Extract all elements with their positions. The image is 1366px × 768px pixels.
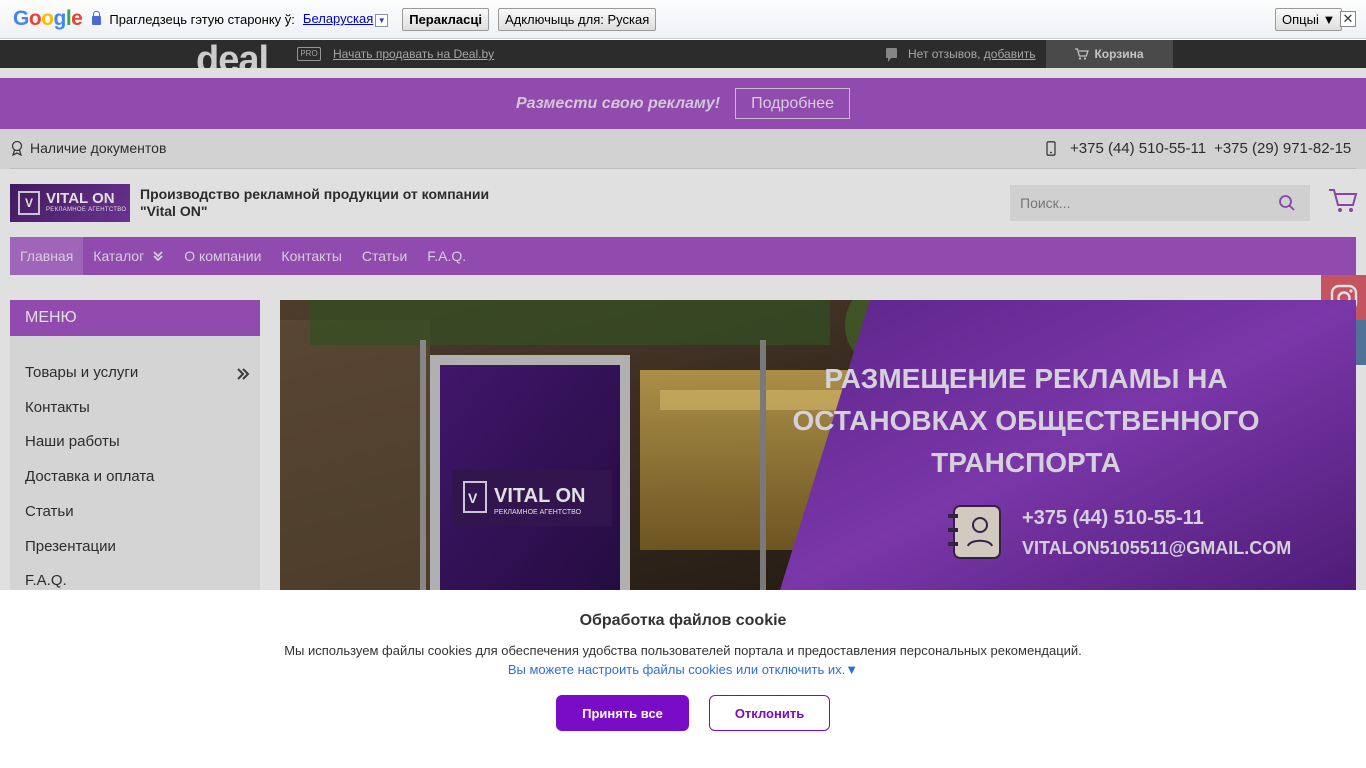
sidebar-item-products[interactable]: Товары и услуги (25, 364, 138, 381)
deal-cart-label: Корзина (1094, 47, 1144, 61)
chevron-down-icon: ▼ (375, 14, 389, 27)
promo-banner[interactable]: V VITAL ON РЕКЛАМНОЕ АГЕНТСТВО РАЗМЕЩЕНИ… (280, 300, 1356, 590)
phone-icon (1046, 141, 1056, 156)
comment-icon (886, 48, 897, 62)
double-chevron-down-icon (153, 251, 163, 262)
divider (10, 168, 1356, 169)
double-chevron-right-icon[interactable] (236, 367, 250, 381)
add-review-link[interactable]: добавить (984, 47, 1036, 61)
shopping-cart-icon[interactable] (1328, 187, 1358, 215)
nav-catalog[interactable]: Каталог (83, 237, 174, 275)
nav-articles[interactable]: Статьи (352, 237, 417, 275)
reviews-text: Нет отзывов, (908, 47, 981, 61)
search-box (1010, 185, 1310, 221)
lock-icon (92, 10, 102, 25)
nav-catalog-label: Каталог (93, 248, 145, 264)
promo-text: Размести свою рекламу! (515, 94, 721, 112)
decline-button[interactable]: Отклонить (709, 695, 830, 731)
cookie-panel: Обработка файлов cookie Мы используем фа… (0, 590, 1366, 768)
translate-prompt: Прагледзець гэтую старонку ў: (109, 11, 295, 27)
translate-bar: Google Прагледзець гэтую старонку ў: Бел… (0, 0, 1366, 39)
banner-line-3: ТРАНСПОРТА (931, 447, 1121, 478)
award-icon (11, 140, 23, 156)
logo-mark: V (18, 191, 40, 215)
nav-home[interactable]: Главная (10, 237, 84, 275)
banner-email: VITALON5105511@GMAIL.COM (1022, 538, 1291, 558)
nav-faq[interactable]: F.A.Q. (417, 237, 476, 275)
accept-all-button[interactable]: Принять все (556, 695, 689, 731)
deal-cart-button[interactable]: Корзина (1046, 40, 1173, 68)
deal-topbar: deal PRO Начать продавать на Deal.by Нет… (0, 40, 1366, 68)
sidebar-item-works[interactable]: Наши работы (25, 433, 120, 450)
close-icon[interactable]: ✕ (1340, 11, 1356, 27)
ad-promo-bar: Размести свою рекламу! Подробнее (0, 78, 1366, 129)
deal-logo[interactable]: deal (196, 40, 268, 68)
info-strip: Наличие документов +375 (44) 510-55-11 +… (0, 129, 1366, 169)
options-button[interactable]: Опцыі ▼ (1275, 8, 1343, 31)
disable-translate-button[interactable]: Адключыць для: Руская (497, 7, 657, 31)
sidebar-item-contacts[interactable]: Контакты (25, 399, 90, 416)
cart-icon (1075, 48, 1090, 60)
logo-tagline: РЕКЛАМНОЕ АГЕНТСТВО (46, 207, 127, 213)
phone-2[interactable]: +375 (29) 971-82-15 (1214, 140, 1351, 157)
site-logo[interactable]: V VITAL ON РЕКЛАМНОЕ АГЕНТСТВО (10, 184, 130, 222)
main-nav: Главная Каталог О компании Контакты Стат… (10, 237, 1356, 275)
language-select[interactable]: Беларуская ▼ (302, 11, 389, 27)
translate-button[interactable]: Перакласці (402, 7, 489, 31)
site-title: Производство рекламной продукции от комп… (140, 186, 490, 219)
banner-line-2: ОСТАНОВКАХ ОБЩЕСТВЕННОГО (793, 405, 1260, 436)
svg-text:V: V (468, 490, 478, 506)
cookie-settings-link[interactable]: Вы можете настроить файлы cookies или от… (0, 662, 1366, 677)
search-input[interactable] (1010, 185, 1260, 221)
sidebar-item-faq[interactable]: F.A.Q. (25, 572, 67, 589)
documents-link[interactable]: Наличие документов (10, 140, 166, 156)
more-info-button[interactable]: Подробнее (735, 88, 851, 119)
banner-image: V VITAL ON РЕКЛАМНОЕ АГЕНТСТВО РАЗМЕЩЕНИ… (280, 300, 1356, 590)
cookie-text: Мы используем файлы cookies для обеспече… (284, 643, 1082, 658)
nav-about[interactable]: О компании (174, 237, 271, 275)
google-logo: Google (13, 7, 83, 30)
logo-name: VITAL ON (46, 190, 115, 207)
contact-book-icon (948, 505, 1001, 559)
menu-title: МЕНЮ (10, 300, 260, 336)
language-label: Беларуская (302, 11, 374, 26)
banner-phone: +375 (44) 510-55-11 (1022, 507, 1204, 529)
reviews-info: Нет отзывов, добавить (908, 47, 1036, 61)
phones: +375 (44) 510-55-11 +375 (29) 971-82-15 (1046, 140, 1351, 157)
pro-badge: PRO (297, 47, 321, 61)
sidebar-item-articles[interactable]: Статьи (25, 503, 74, 520)
sidebar-item-presentations[interactable]: Презентации (25, 538, 116, 555)
sidebar-item-delivery[interactable]: Доставка и оплата (25, 468, 154, 485)
banner-line-1: РАЗМЕЩЕНИЕ РЕКЛАМЫ НА (824, 363, 1227, 394)
documents-label: Наличие документов (30, 140, 167, 156)
cookie-title: Обработка файлов cookie (579, 612, 787, 629)
search-icon[interactable] (1278, 194, 1296, 212)
start-selling-link[interactable]: Начать продавать на Deal.by (333, 47, 494, 61)
phone-1[interactable]: +375 (44) 510-55-11 (1070, 140, 1206, 157)
nav-contacts[interactable]: Контакты (271, 237, 351, 275)
poster-tagline: РЕКЛАМНОЕ АГЕНТСТВО (494, 509, 582, 516)
sidebar-menu: Товары и услуги Контакты Наши работы Дос… (10, 336, 260, 590)
poster-name: VITAL ON (494, 485, 585, 507)
